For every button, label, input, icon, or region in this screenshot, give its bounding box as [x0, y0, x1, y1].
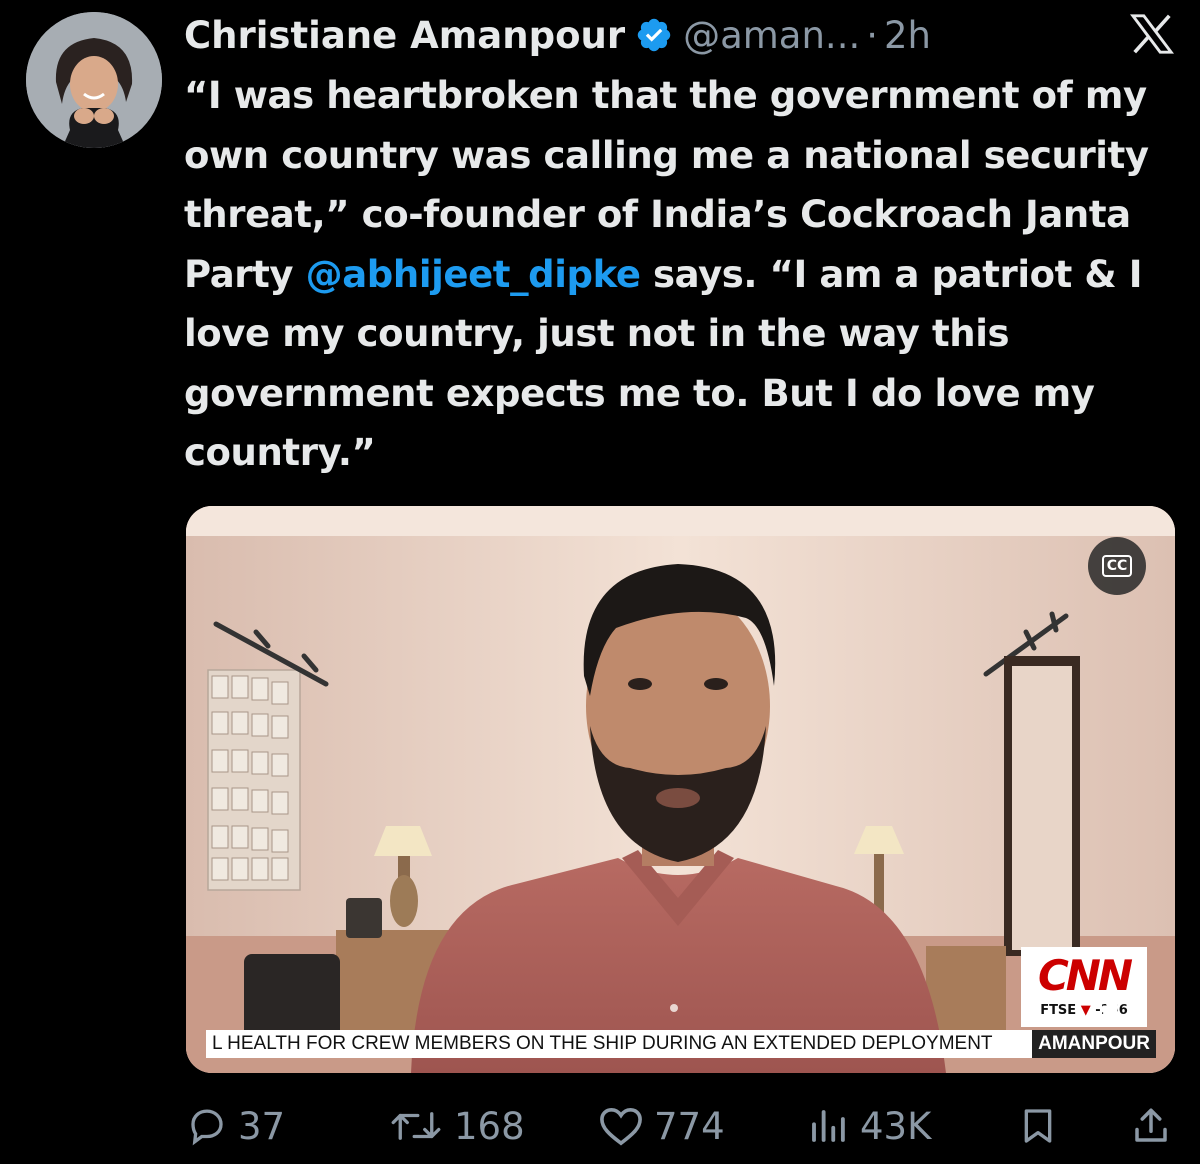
tweet-header: Christiane Amanpour @aman... · 2h	[184, 10, 931, 60]
like-count: 774	[654, 1104, 725, 1148]
video-player[interactable]: CC CNN FTSE ▼ -156 L HEALTH FOR CREW MEM…	[186, 506, 1175, 1073]
x-logo-icon	[1130, 14, 1174, 54]
ticker-show-name: AMANPOUR	[1032, 1030, 1156, 1058]
verified-badge-icon	[637, 18, 671, 52]
ftse-label: FTSE	[1040, 1003, 1077, 1018]
reply-count: 37	[238, 1104, 286, 1148]
author-handle[interactable]: @aman...	[683, 14, 860, 57]
bookmark-button[interactable]	[1018, 1098, 1058, 1154]
mute-icon[interactable]	[1096, 992, 1134, 1030]
separator-dot: ·	[866, 13, 878, 57]
tweet-timestamp[interactable]: 2h	[884, 14, 931, 57]
repost-button[interactable]: 168	[388, 1098, 525, 1154]
share-button[interactable]	[1130, 1098, 1172, 1154]
author-avatar[interactable]	[26, 12, 162, 148]
news-ticker: L HEALTH FOR CREW MEMBERS ON THE SHIP DU…	[206, 1030, 1156, 1058]
author-name[interactable]: Christiane Amanpour	[184, 14, 625, 57]
ftse-down-arrow-icon: ▼	[1080, 1003, 1091, 1018]
tweet-body: “I was heartbroken that the government o…	[184, 66, 1184, 483]
views-button[interactable]: 43K	[806, 1098, 931, 1154]
mention-link[interactable]: @abhijeet_dipke	[306, 253, 641, 296]
repost-icon	[391, 1112, 441, 1140]
tweet-actions: 37 168 774 43K	[186, 1098, 1176, 1154]
captions-button[interactable]: CC	[1088, 537, 1146, 595]
view-count: 43K	[860, 1104, 932, 1148]
cc-icon: CC	[1101, 555, 1133, 577]
heart-icon	[600, 1107, 642, 1146]
reply-button[interactable]: 37	[186, 1098, 285, 1154]
reply-icon	[191, 1109, 223, 1146]
ticker-headline: L HEALTH FOR CREW MEMBERS ON THE SHIP DU…	[212, 1033, 993, 1054]
like-button[interactable]: 774	[598, 1098, 725, 1154]
repost-count: 168	[454, 1104, 525, 1148]
views-icon	[812, 1110, 845, 1142]
bookmark-icon	[1024, 1109, 1052, 1143]
share-icon	[1135, 1108, 1167, 1142]
